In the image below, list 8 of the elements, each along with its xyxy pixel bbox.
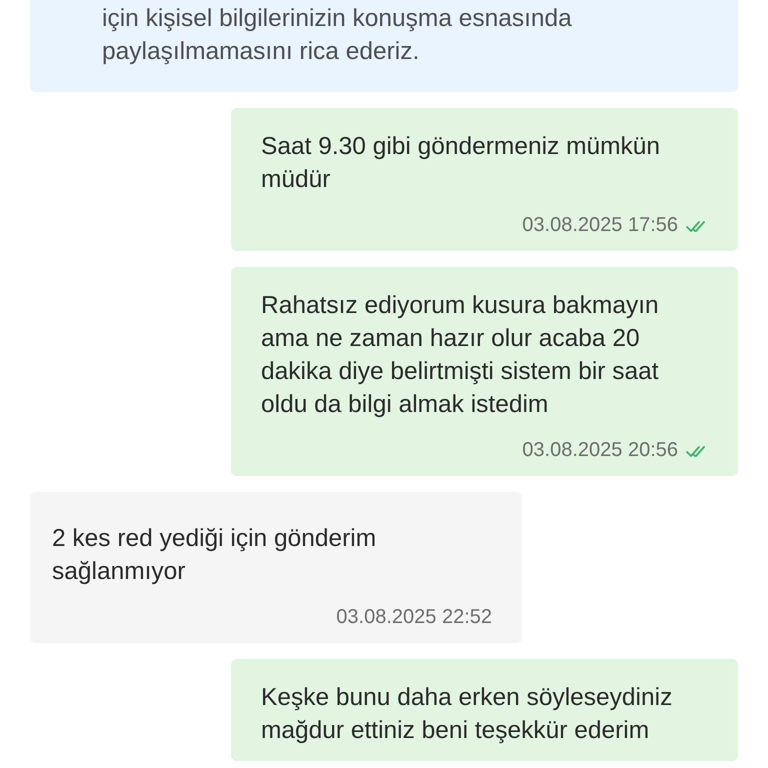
message-text: Saat 9.30 gibi göndermeniz mümkün müdür bbox=[261, 132, 662, 195]
message-text: Rahatsız ediyorum kusura bakmayın ama ne zaman hazır olur acaba 20 dakika diye belirtmişti sistem bir saat oldu da bilgi almak istedim bbox=[261, 291, 660, 420]
message-time: 03.08.2025 20:56 bbox=[522, 439, 678, 462]
message-text: için kişisel bilgilerinizin konuşma esnasında paylaşılmamasını rica ederiz. bbox=[102, 4, 573, 67]
message-time: 03.08.2025 17:56 bbox=[522, 214, 678, 237]
message-time: 03.08.2025 22:52 bbox=[336, 606, 492, 629]
message-text: 2 kes red yediği için gönderim sağlanmıyor bbox=[52, 524, 378, 587]
message-text: Keşke bunu daha erken söyleseydiniz mağdur ettiniz beni teşekkür ederim bbox=[261, 683, 674, 746]
